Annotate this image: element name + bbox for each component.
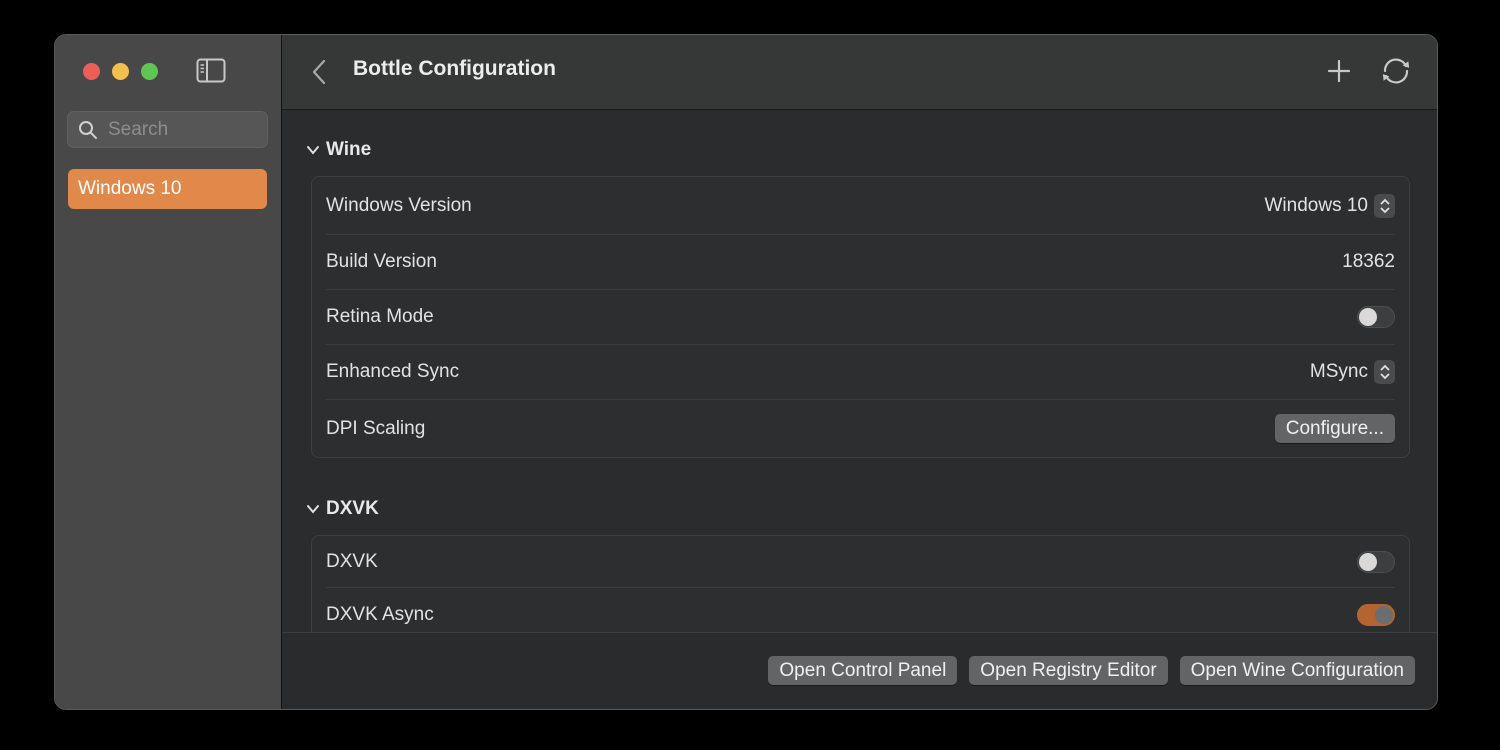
picker-value: MSync [1309, 361, 1368, 382]
row-label: Retina Mode [326, 306, 434, 327]
row-label: DXVK [326, 550, 378, 572]
page-title: Bottle Configuration [353, 57, 556, 80]
windows-version-picker[interactable]: Windows 10 [1264, 193, 1395, 218]
app-window: Windows 10 Bottle Configuration Wine Win… [54, 34, 1438, 710]
row-label: DPI Scaling [326, 417, 426, 439]
open-wine-configuration-button[interactable]: Open Wine Configuration [1179, 656, 1415, 685]
dxvk-async-toggle[interactable] [1357, 604, 1395, 626]
section-header-wine[interactable]: Wine [306, 139, 371, 161]
main-pane: Bottle Configuration Wine Windows Versio… [282, 35, 1437, 709]
enhanced-sync-picker[interactable]: MSync [1310, 360, 1395, 384]
add-button[interactable] [1325, 57, 1353, 85]
section-title: Wine [326, 139, 372, 160]
sidebar-toggle-icon[interactable] [196, 58, 226, 84]
open-registry-editor-button[interactable]: Open Registry Editor [969, 656, 1168, 685]
chevron-left-icon [312, 59, 326, 85]
row-label: DXVK Async [326, 604, 434, 625]
settings-scroll-area[interactable]: Wine Windows Version Windows 10 Build Ve… [282, 110, 1437, 635]
row-dxvk: DXVK [326, 536, 1395, 587]
up-down-chevron-icon[interactable] [1374, 193, 1395, 218]
chevron-down-icon [307, 146, 319, 155]
row-build-version: Build Version 18362 [326, 234, 1395, 289]
row-label: Build Version [326, 251, 437, 272]
toolbar: Bottle Configuration [282, 35, 1437, 110]
configure-dpi-button[interactable]: Configure... [1274, 414, 1395, 443]
search-field[interactable] [67, 111, 268, 148]
search-input[interactable] [106, 117, 260, 142]
section-header-dxvk[interactable]: DXVK [306, 498, 379, 520]
footer-bar: Open Control Panel Open Registry Editor … [282, 632, 1437, 709]
minimize-window-button[interactable] [112, 63, 129, 80]
picker-value: Windows 10 [1264, 194, 1369, 216]
zoom-window-button[interactable] [141, 63, 158, 80]
refresh-button[interactable] [1379, 55, 1413, 87]
dxvk-settings-group: DXVK DXVK Async [311, 535, 1410, 635]
sidebar: Windows 10 [55, 35, 282, 709]
row-label: Enhanced Sync [326, 361, 460, 382]
refresh-icon [1382, 58, 1410, 84]
plus-icon [1327, 59, 1351, 83]
row-dpi-scaling: DPI Scaling Configure... [326, 399, 1395, 457]
chevron-down-icon [307, 505, 319, 514]
row-enhanced-sync: Enhanced Sync MSync [326, 344, 1395, 399]
row-windows-version: Windows Version Windows 10 [326, 177, 1395, 234]
build-version-value: 18362 [1342, 251, 1395, 272]
row-dxvk-async: DXVK Async [326, 587, 1395, 635]
wine-settings-group: Windows Version Windows 10 Build Version… [311, 176, 1410, 458]
row-label: Windows Version [326, 194, 472, 216]
back-button[interactable] [308, 57, 332, 87]
row-retina-mode: Retina Mode [326, 289, 1395, 344]
dxvk-toggle[interactable] [1357, 550, 1395, 573]
close-window-button[interactable] [83, 63, 100, 80]
retina-mode-toggle[interactable] [1357, 306, 1395, 328]
open-control-panel-button[interactable]: Open Control Panel [768, 656, 958, 685]
search-icon [79, 120, 97, 139]
up-down-chevron-icon[interactable] [1374, 360, 1395, 384]
section-title: DXVK [326, 498, 379, 519]
sidebar-item-windows-10[interactable]: Windows 10 [68, 169, 267, 209]
